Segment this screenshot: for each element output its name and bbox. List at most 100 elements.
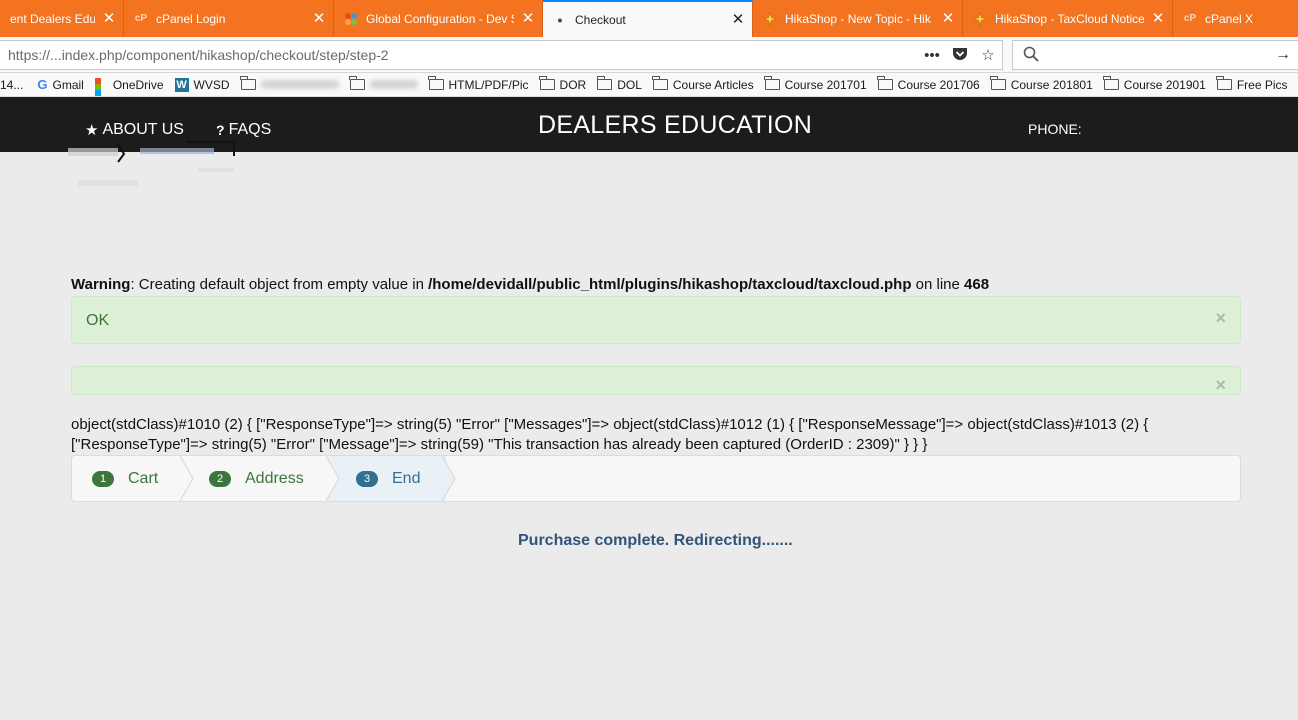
- tab-title: cPanel X: [1205, 11, 1254, 26]
- bookmark-label: Course Articles: [672, 77, 754, 92]
- question-icon: ?: [216, 122, 225, 138]
- close-tab-icon[interactable]: ✕: [101, 11, 117, 27]
- php-warning: Warning: Creating default object from em…: [71, 276, 989, 293]
- bookmark-folder[interactable]: Free Pics: [1216, 76, 1288, 92]
- warning-path: /home/devidall/public_html/plugins/hikas…: [428, 276, 912, 293]
- hikashop-icon: [763, 11, 777, 26]
- step-separator: [180, 456, 194, 501]
- bookmark-label: DOL: [617, 77, 642, 92]
- bookmark-onedrive[interactable]: OneDrive: [94, 77, 164, 96]
- bookmark-label: Gmail: [52, 77, 84, 92]
- star-icon: ★: [85, 122, 99, 139]
- cpanel-icon: cP: [1183, 13, 1197, 24]
- tab-title: HikaShop - TaxCloud Notice: [995, 11, 1144, 26]
- bookmark-folder[interactable]: Course Articles: [652, 76, 754, 92]
- checkout-steps: 1 Cart 2 Address 3 End: [71, 455, 1241, 502]
- redacted-label: [369, 80, 418, 89]
- folder-icon: [240, 76, 256, 90]
- browser-tab[interactable]: Global Configuration - Dev S ✕: [334, 0, 543, 37]
- bookmark-wvsd[interactable]: W WVSD: [174, 77, 230, 92]
- site-title[interactable]: DEALERS EDUCATION: [538, 111, 812, 140]
- browser-tab[interactable]: cP cPanel Login ✕: [124, 0, 334, 37]
- bookmark-folder[interactable]: [240, 76, 339, 90]
- search-input[interactable]: →: [1012, 40, 1298, 70]
- step-number: 2: [209, 470, 231, 487]
- bookmark-label: HTML/PDF/Pic: [448, 77, 529, 92]
- folder-icon: [539, 76, 555, 90]
- warning-line-text: on line: [911, 276, 965, 293]
- hikashop-icon: [973, 11, 987, 26]
- close-tab-icon[interactable]: ✕: [311, 11, 327, 27]
- bookmark-folder[interactable]: Course 201701: [764, 76, 867, 92]
- folder-icon: [764, 76, 780, 90]
- folder-icon: [877, 76, 893, 90]
- url-bar[interactable]: https://...index.php/component/hikashop/…: [0, 40, 1003, 70]
- page-actions-icon[interactable]: •••: [918, 47, 946, 64]
- step-cart[interactable]: 1 Cart: [92, 456, 158, 501]
- bookmark-folder[interactable]: Course 201706: [877, 76, 980, 92]
- close-tab-icon[interactable]: ✕: [940, 11, 956, 27]
- bookmark-folder[interactable]: Course 201901: [1103, 76, 1206, 92]
- browser-tab-strip: ent Dealers Educati ✕ cP cPanel Login ✕ …: [0, 0, 1298, 37]
- folder-icon: [596, 76, 613, 90]
- close-tab-icon[interactable]: ✕: [730, 12, 746, 28]
- bookmark-folder[interactable]: DOL: [596, 76, 642, 92]
- bookmark-label: Course 201706: [897, 77, 980, 92]
- warning-message: : Creating default object from empty val…: [130, 276, 429, 293]
- pocket-icon[interactable]: [946, 46, 974, 65]
- search-go-icon[interactable]: →: [1275, 46, 1291, 64]
- bookmark-folder[interactable]: Course 201801: [990, 76, 1093, 92]
- url-text[interactable]: https://...index.php/component/hikashop/…: [8, 47, 918, 63]
- step-end: 3 End: [356, 456, 420, 501]
- bookmark-label: OneDrive: [112, 77, 164, 92]
- bookmark-label: Course 201701: [784, 77, 867, 92]
- browser-toolbar: https://...index.php/component/hikashop/…: [0, 37, 1298, 73]
- alert-text: OK: [86, 312, 110, 329]
- site-logo[interactable]: [68, 140, 240, 200]
- warning-prefix: Warning: [71, 276, 131, 293]
- folder-icon: [428, 76, 444, 90]
- nav-faqs-label: FAQS: [228, 121, 272, 138]
- step-label: Address: [245, 469, 304, 487]
- bookmark-star-icon[interactable]: ☆: [974, 46, 1002, 64]
- bookmark-folder[interactable]: HTML/PDF/Pic: [428, 76, 529, 92]
- microsoft-icon: [94, 78, 108, 96]
- folder-icon: [652, 76, 668, 90]
- debug-dump-text: object(stdClass)#1010 (2) { ["ResponseTy…: [71, 416, 1149, 453]
- close-icon[interactable]: ×: [1215, 308, 1226, 329]
- search-icon: [1023, 46, 1039, 65]
- browser-tab[interactable]: cP cPanel X: [1173, 0, 1298, 37]
- browser-tab[interactable]: HikaShop - New Topic - Hik ✕: [753, 0, 963, 37]
- tab-title: Checkout: [575, 12, 626, 27]
- bookmark-folder[interactable]: DOR: [539, 76, 587, 92]
- close-icon[interactable]: ×: [1215, 375, 1226, 396]
- dot-icon: •: [557, 11, 563, 28]
- folder-icon: [1216, 76, 1232, 90]
- redirect-message: Purchase complete. Redirecting.......: [518, 532, 793, 549]
- step-label: Cart: [128, 469, 159, 487]
- browser-tab-active[interactable]: • Checkout ✕: [543, 0, 753, 37]
- folder-icon: [1103, 76, 1119, 90]
- success-alert: OK ×: [71, 296, 1241, 344]
- warning-line-number: 468: [964, 276, 990, 293]
- browser-tab[interactable]: ent Dealers Educati ✕: [0, 0, 124, 37]
- cpanel-icon: cP: [134, 13, 148, 24]
- tab-title: cPanel Login: [156, 11, 226, 26]
- close-tab-icon[interactable]: ✕: [520, 11, 536, 27]
- bookmark-item[interactable]: 14...: [0, 78, 23, 92]
- redacted-label: [260, 80, 339, 89]
- joomla-icon: [344, 12, 358, 26]
- bookmark-label: DOR: [559, 77, 587, 92]
- bookmark-folder[interactable]: [349, 76, 418, 90]
- bookmark-label: WVSD: [193, 77, 230, 92]
- bookmark-gmail[interactable]: G Gmail: [37, 77, 83, 92]
- bookmarks-bar: 14... G Gmail OneDrive W WVSD HTML/PDF/P…: [0, 73, 1298, 97]
- nav-about-us[interactable]: ★ ABOUT US: [85, 121, 184, 139]
- browser-tab[interactable]: HikaShop - TaxCloud Notice ✕: [963, 0, 1173, 37]
- close-tab-icon[interactable]: ✕: [1150, 11, 1166, 27]
- wordpress-icon: W: [174, 77, 189, 92]
- step-address[interactable]: 2 Address: [209, 456, 304, 501]
- nav-faqs[interactable]: ? FAQS: [216, 121, 271, 139]
- tab-title: Global Configuration - Dev S: [366, 11, 514, 26]
- step-separator: [442, 456, 456, 501]
